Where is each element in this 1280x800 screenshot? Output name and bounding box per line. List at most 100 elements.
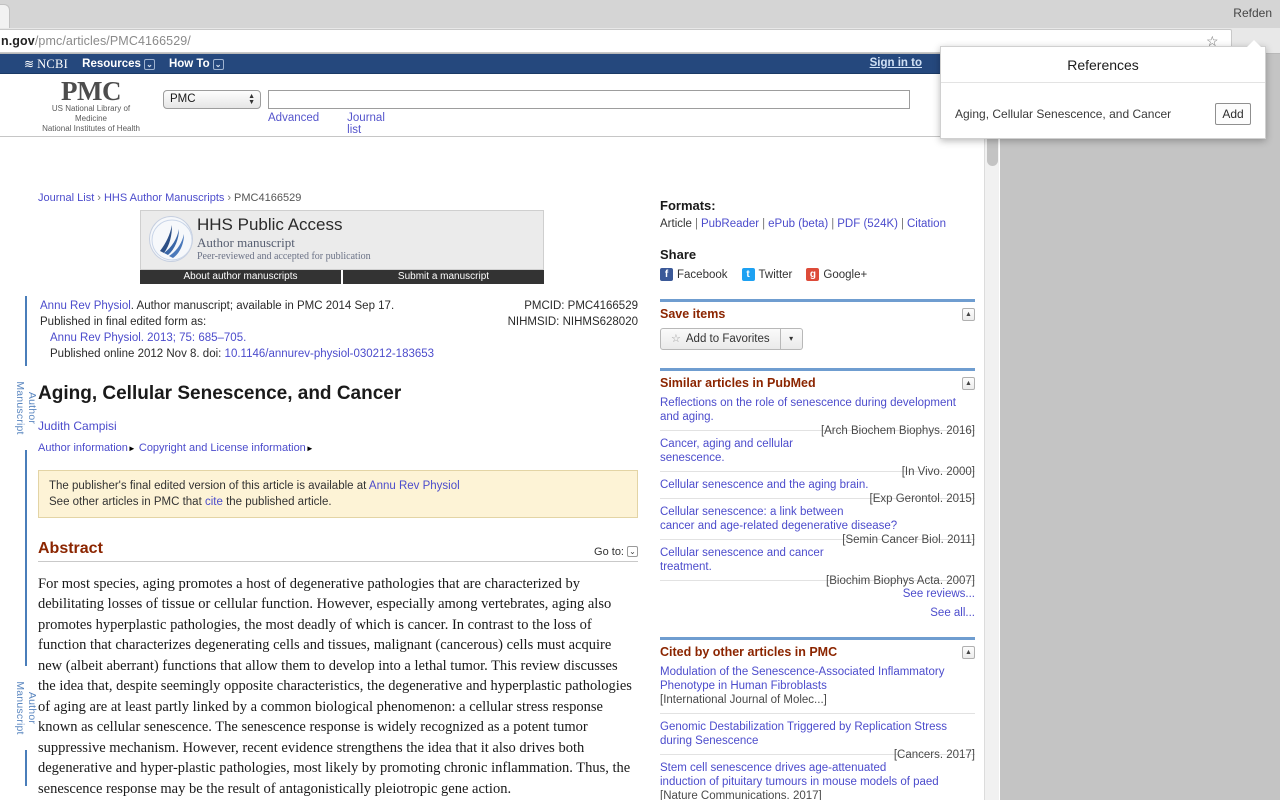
breadcrumb-item-journal-list[interactable]: Journal List	[38, 192, 94, 204]
chevron-down-icon: ⌄	[212, 58, 224, 70]
share-facebook[interactable]: f Facebook	[660, 268, 728, 281]
hhs-banner-box: HHS Public Access Author manuscript Peer…	[140, 210, 544, 270]
format-article: Article	[660, 218, 692, 230]
page-content: Journal List › HHS Author Manuscripts › PMC4…	[0, 138, 1000, 800]
cited-by-source: [Cancers. 2017]	[893, 749, 975, 761]
format-pdf[interactable]: PDF (524K)	[837, 218, 898, 230]
goto-label: Go to:	[594, 545, 624, 558]
breadcrumb-item-pmcid: PMC4166529	[234, 192, 302, 204]
cited-by-title: Cited by other articles in PMC	[660, 645, 838, 659]
hhs-seal-icon	[149, 216, 193, 262]
pmc-logo[interactable]: PMC US National Library of Medicine Nati…	[36, 78, 146, 134]
page-scrollbar[interactable]	[984, 54, 999, 800]
cite-link[interactable]: cite	[205, 496, 223, 508]
database-select[interactable]: PMC ▲ ▼	[163, 90, 261, 109]
add-to-favorites-dropdown[interactable]: ▾	[780, 328, 803, 350]
advanced-search-link[interactable]: Advanced	[268, 112, 319, 136]
share-googleplus[interactable]: g Google+	[806, 268, 867, 281]
hhs-banner-title: HHS Public Access	[197, 215, 343, 234]
similar-article-title: Cellular senescence and cancer treatment…	[660, 547, 824, 573]
pmc-logo-sub2: National Institutes of Health	[42, 124, 140, 133]
share-twitter[interactable]: t Twitter	[741, 268, 793, 281]
list-item[interactable]: Reflections on the role of senescence du…	[660, 390, 975, 437]
format-epub[interactable]: ePub (beta)	[768, 218, 828, 230]
collapse-icon[interactable]: ▲	[962, 645, 975, 659]
abstract-text: For most species, aging promotes a host …	[38, 575, 632, 797]
divider: |	[831, 218, 835, 230]
list-item[interactable]: Genomic Destabilization Triggered by Rep…	[660, 714, 975, 761]
copyright-license-link[interactable]: Copyright and License information	[139, 442, 306, 454]
similar-article-source: [Semin Cancer Biol. 2011]	[842, 534, 975, 546]
final-citation-link[interactable]: Annu Rev Physiol. 2013; 75: 685–705.	[50, 332, 246, 344]
similar-articles-title: Similar articles in PubMed	[660, 376, 816, 390]
format-citation[interactable]: Citation	[907, 218, 946, 230]
sign-in-link[interactable]: Sign in to	[870, 57, 922, 69]
cited-by-title-text: Genomic Destabilization Triggered by Rep…	[660, 721, 947, 747]
journal-link[interactable]: Annu Rev Physiol	[40, 300, 131, 312]
journal-list-link[interactable]: Journal list	[347, 112, 385, 136]
abstract-goto[interactable]: Go to: ⌄	[594, 546, 638, 558]
ncbi-bar-left: ≋ NCBI Resources ⌄ How To ⌄	[24, 54, 224, 74]
list-item[interactable]: Modulation of the Senescence-Associated …	[660, 659, 975, 714]
similar-article-title: Cancer, aging and cellular senescence.	[660, 438, 793, 464]
references-popup: References Aging, Cellular Senescence, a…	[940, 40, 1266, 139]
format-pubreader[interactable]: PubReader	[701, 218, 759, 230]
citation-ids: PMCID: PMC4166529 NIHMSID: NIHMS628020	[508, 298, 638, 330]
collapse-icon[interactable]: ▲	[962, 376, 975, 390]
cited-by-header: Cited by other articles in PMC ▲	[660, 640, 975, 659]
doi-link[interactable]: 10.1146/annurev-physiol-030212-183653	[225, 348, 435, 360]
share-heading: Share	[660, 247, 697, 262]
similar-article-source: [Arch Biochem Biophys. 2016]	[820, 425, 975, 437]
article-meta-links: Author information ► Copyright and Licens…	[38, 442, 638, 454]
browser-profile-name[interactable]: Refden	[1233, 6, 1272, 20]
publisher-note-line1-text: The publisher's final edited version of …	[49, 479, 369, 492]
similar-article-source: [Exp Gerontol. 2015]	[869, 493, 975, 505]
ncbi-howto-label: How To	[168, 58, 210, 70]
author-link-judith-campisi[interactable]: Judith Campisi	[38, 419, 117, 433]
ncbi-top-bar: ≋ NCBI Resources ⌄ How To ⌄ Sign in to	[0, 54, 1000, 74]
browser-tab-active[interactable]	[0, 4, 10, 28]
formats-links: Article | PubReader | ePub (beta) | PDF (524K)…	[660, 218, 975, 230]
twitter-icon: t	[741, 268, 755, 281]
breadcrumb: Journal List › HHS Author Manuscripts › PMC4…	[38, 192, 301, 204]
author-information-link[interactable]: Author information	[38, 442, 128, 454]
add-to-favorites-button[interactable]: ☆ Add to Favorites	[660, 328, 781, 350]
about-author-manuscripts-button[interactable]: About author manuscripts	[140, 270, 341, 284]
search-input[interactable]	[268, 90, 910, 109]
breadcrumb-item-hhs-author-manuscripts[interactable]: HHS Author Manuscripts	[104, 192, 224, 204]
citation-final-line: Annu Rev Physiol. 2013; 75: 685–705.	[40, 330, 638, 346]
similar-article-title: Reflections on the role of senescence du…	[660, 397, 956, 423]
triangle-icon: ►	[305, 443, 314, 453]
tab-strip: Refden	[0, 0, 1280, 28]
pmc-header: PMC US National Library of Medicine Nati…	[0, 74, 1017, 137]
pmc-article-page: ≋ NCBI Resources ⌄ How To ⌄ Sign in to P…	[0, 54, 1017, 800]
article-title: Aging, Cellular Senescence, and Cancer	[38, 383, 402, 404]
add-reference-button[interactable]: Add	[1215, 103, 1251, 125]
hhs-seal-svg	[151, 219, 192, 261]
share-twitter-label: Twitter	[758, 268, 793, 281]
ncbi-logo[interactable]: ≋ NCBI	[24, 57, 68, 72]
ncbi-howto-menu[interactable]: How To ⌄	[169, 58, 224, 70]
publisher-journal-link[interactable]: Annu Rev Physiol	[369, 480, 460, 492]
collapse-icon[interactable]: ▲	[962, 307, 975, 321]
pmc-logo-text: PMC	[61, 76, 121, 106]
page-viewport: ≋ NCBI Resources ⌄ How To ⌄ Sign in to P…	[0, 54, 1280, 800]
pmc-sublinks: Advanced Journal list	[268, 112, 385, 136]
cited-by-source: [International Journal of Molec...]	[660, 694, 827, 706]
cited-by-title-text: Modulation of the Senescence-Associated …	[660, 666, 945, 692]
ncbi-resources-menu[interactable]: Resources ⌄	[82, 58, 155, 70]
submit-a-manuscript-button[interactable]: Submit a manuscript	[341, 270, 544, 284]
publisher-note-line2-post: the published article.	[222, 495, 332, 508]
similar-article-source: [Biochim Biophys Acta. 2007]	[826, 575, 975, 587]
nihmsid-value: NIHMSID: NIHMS628020	[507, 316, 638, 328]
article-authors: Judith Campisi	[38, 419, 638, 433]
breadcrumb-separator: ›	[227, 192, 232, 204]
hhs-banner-sub2: Peer-reviewed and accepted for publicati…	[197, 251, 371, 262]
rail-label-top: Author Manuscript	[14, 366, 38, 450]
references-popup-title: References	[941, 47, 1265, 83]
save-items-title: Save items	[660, 307, 726, 321]
see-all-similar-link[interactable]: See all...	[660, 600, 975, 619]
rail-label-bottom: Author Manuscript	[14, 666, 38, 750]
reference-item-title: Aging, Cellular Senescence, and Cancer	[955, 107, 1172, 121]
chevron-down-icon: ⌄	[143, 58, 155, 70]
